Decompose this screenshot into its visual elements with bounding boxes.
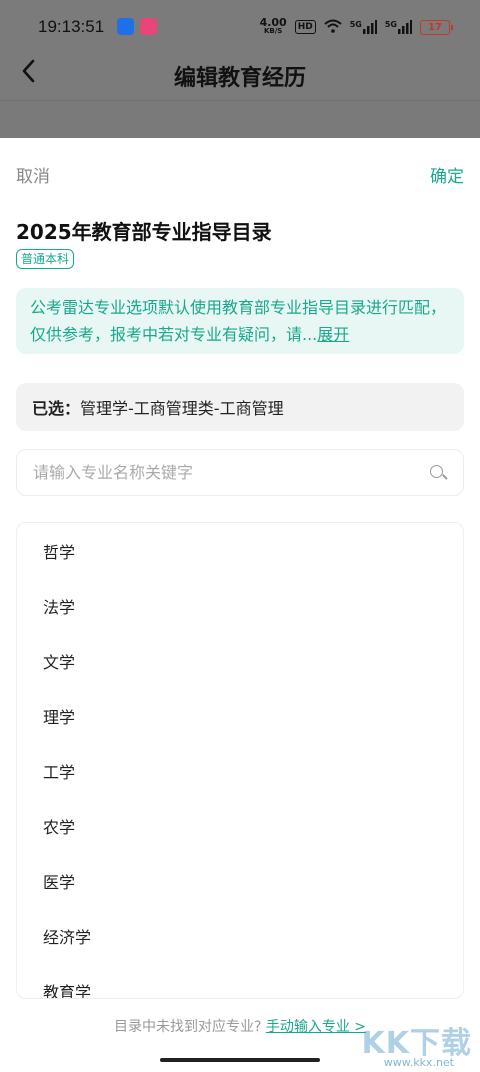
notice-text: 公考雷达专业选项默认使用教育部专业指导目录进行匹配，仅供参考，报考中若对专业有疑… <box>30 298 447 344</box>
watermark-url: www.kkx.net <box>383 1056 454 1069</box>
list-item[interactable]: 工学 <box>17 743 463 798</box>
page-title: 编辑教育经历 <box>173 66 306 91</box>
expand-link[interactable]: 展开 <box>317 325 349 344</box>
clock: 19:13:51 <box>38 17 105 36</box>
net-speed: 4.00 KB/S <box>259 16 287 35</box>
signal-icon: 5G <box>350 20 377 34</box>
status-bar: 19:13:51 4.00 KB/S HD 5G 5G 17 <box>0 0 480 54</box>
footer-text: 目录中未找到对应专业? <box>113 1019 262 1035</box>
list-item[interactable]: 理学 <box>17 688 463 743</box>
cancel-button[interactable]: 取消 <box>16 162 50 187</box>
status-indicators: 4.00 KB/S HD 5G 5G 17 <box>259 16 453 38</box>
app-notification-icon <box>140 18 157 35</box>
list-item[interactable]: 教育学 <box>17 963 463 999</box>
list-item[interactable]: 农学 <box>17 798 463 853</box>
dim-overlay[interactable] <box>0 100 480 138</box>
selected-value: 管理学-工商管理类-工商管理 <box>80 399 284 418</box>
title-bar: 编辑教育经历 <box>0 54 480 100</box>
home-indicator[interactable] <box>160 1058 320 1062</box>
selected-label: 已选： <box>32 399 81 418</box>
category-list[interactable]: 哲学 法学 文学 理学 工学 农学 医学 经济学 教育学 <box>16 522 464 999</box>
signal-icon: 5G <box>385 20 412 34</box>
list-item[interactable]: 法学 <box>17 578 463 633</box>
list-item[interactable]: 经济学 <box>17 908 463 963</box>
search-box[interactable] <box>16 449 464 496</box>
search-icon[interactable] <box>429 464 447 482</box>
app-notification-icon <box>117 18 134 35</box>
major-picker-sheet: 取消 确定 2025年教育部专业指导目录 普通本科 公考雷达专业选项默认使用教育… <box>0 138 480 1072</box>
catalog-title: 2025年教育部专业指导目录 <box>16 220 272 244</box>
list-item[interactable]: 文学 <box>17 633 463 688</box>
hd-icon: HD <box>294 20 316 34</box>
wifi-icon <box>324 19 342 36</box>
list-item[interactable]: 哲学 <box>17 523 463 578</box>
list-item[interactable]: 医学 <box>17 853 463 908</box>
degree-badge: 普通本科 <box>16 249 75 269</box>
notice-box: 公考雷达专业选项默认使用教育部专业指导目录进行匹配，仅供参考，报考中若对专业有疑… <box>16 288 464 354</box>
battery-icon: 17 <box>420 19 453 35</box>
selected-major: 已选： 管理学-工商管理类-工商管理 <box>16 383 464 431</box>
manual-entry-link[interactable]: 手动输入专业 > <box>266 1019 366 1035</box>
confirm-button[interactable]: 确定 <box>430 162 464 187</box>
search-input[interactable] <box>33 463 429 482</box>
